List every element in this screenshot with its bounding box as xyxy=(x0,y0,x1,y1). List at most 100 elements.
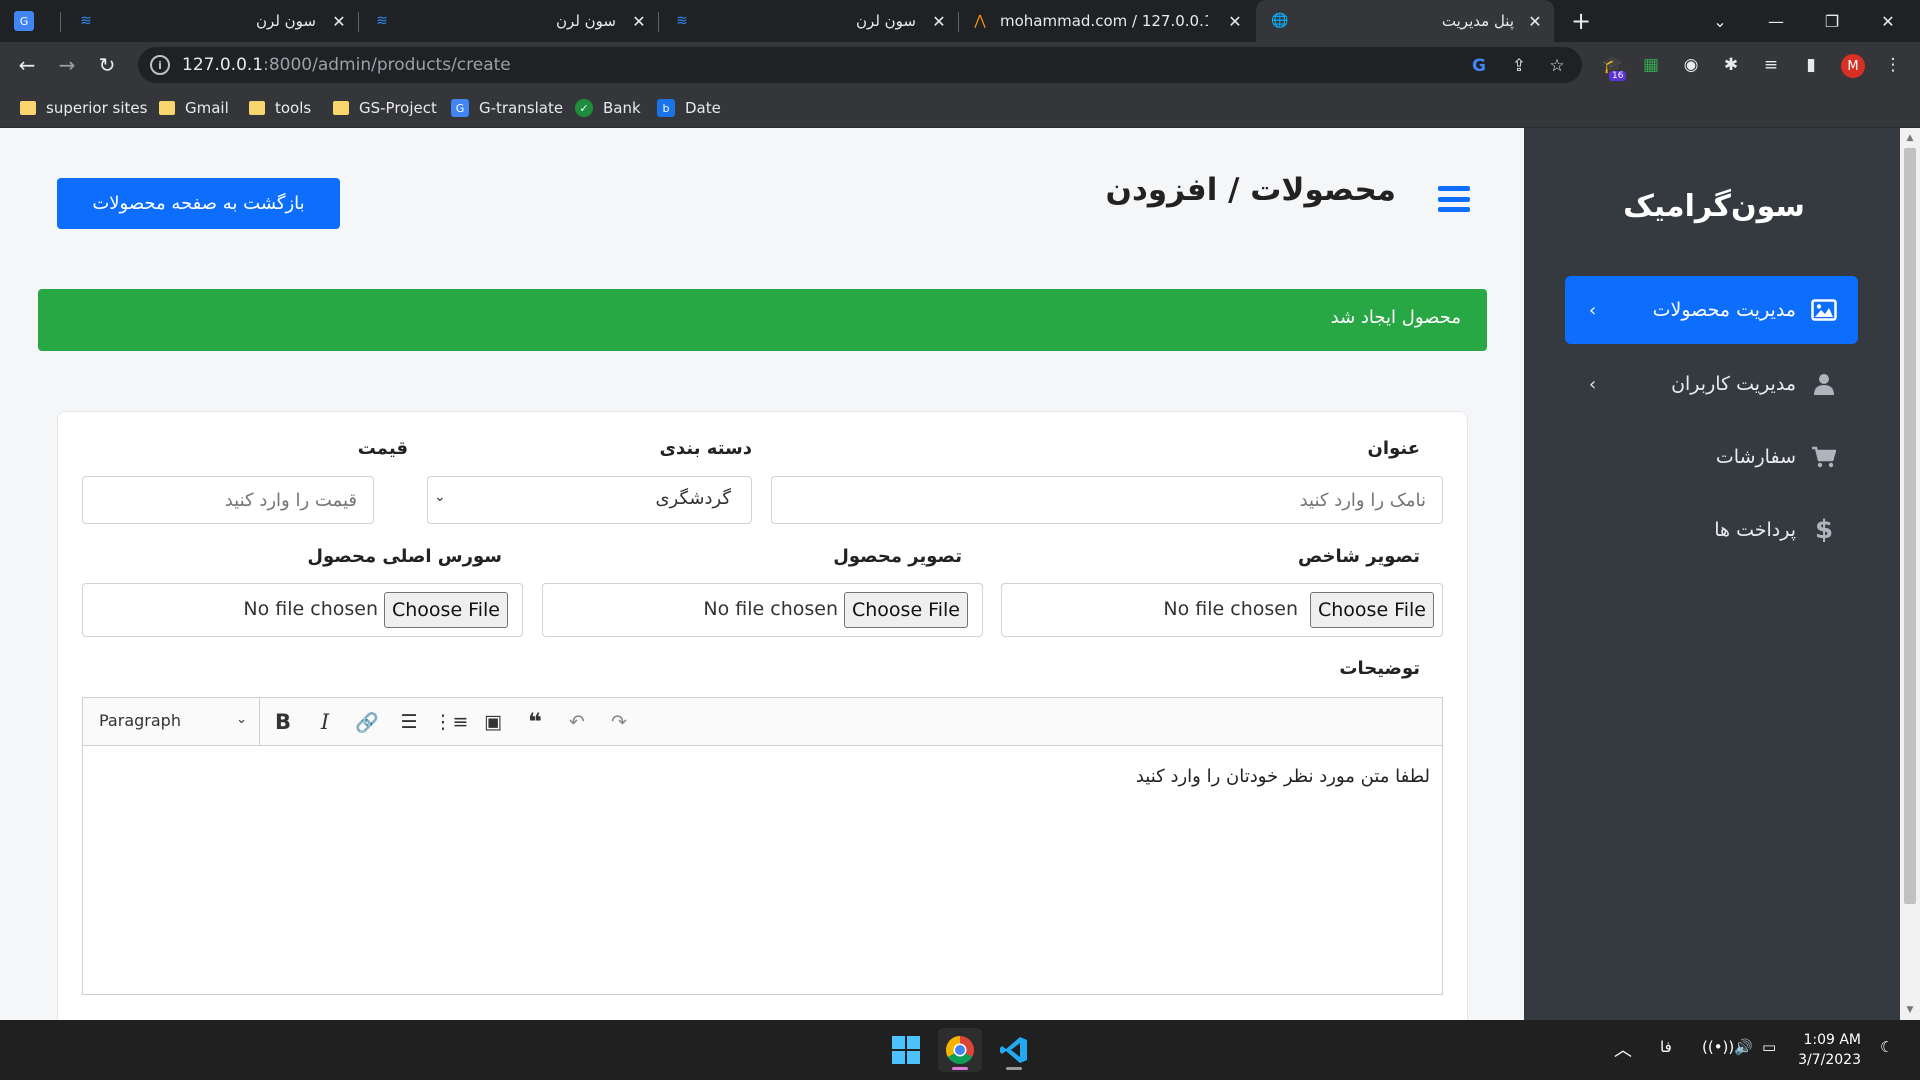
folder-icon xyxy=(249,101,265,115)
share-icon[interactable]: ⇪ xyxy=(1508,55,1530,77)
choose-file-button[interactable]: Choose File xyxy=(384,592,508,628)
thumbnail-file-input[interactable]: No file chosen Choose File xyxy=(1001,583,1443,637)
tab-search-button[interactable]: ⌄ xyxy=(1692,0,1748,42)
bookmark-superior-sites[interactable]: superior sites xyxy=(20,88,147,128)
title-input[interactable] xyxy=(771,476,1443,524)
bookmark-star-icon[interactable]: ☆ xyxy=(1546,55,1568,77)
thumbnail-label: تصویر شاخص xyxy=(1298,546,1420,567)
system-clock[interactable]: 1:09 AM 3/7/2023 xyxy=(1795,1030,1861,1070)
numbered-list-icon[interactable]: ⋮≡ xyxy=(434,708,469,736)
extension-badge: 16 xyxy=(1609,71,1627,81)
kebab-menu-icon[interactable]: ⋮ xyxy=(1880,52,1906,78)
vscode-taskbar-icon[interactable] xyxy=(992,1028,1036,1072)
google-lens-icon[interactable]: G xyxy=(1468,55,1490,77)
side-panel-icon[interactable]: ▮ xyxy=(1798,52,1824,78)
bold-icon[interactable]: B xyxy=(269,708,297,736)
link-icon[interactable]: 🔗 xyxy=(353,708,381,736)
scrollbar-thumb[interactable] xyxy=(1904,148,1916,904)
wifi-icon[interactable]: ((•)) xyxy=(1702,1038,1734,1056)
back-to-products-button[interactable]: بازگشت به صفحه محصولات xyxy=(57,178,340,229)
hamburger-menu-icon[interactable] xyxy=(1438,186,1470,212)
sidebar-item-users[interactable]: مدیریت کاربران ‹ xyxy=(1565,350,1858,418)
input-language[interactable]: فا xyxy=(1660,1038,1672,1056)
tab-phpmyadmin[interactable]: ⋀ mohammad.com / 127.0.0.1 / gal ✕ xyxy=(966,0,1252,42)
redo-icon[interactable]: ↷ xyxy=(605,708,633,736)
bookmark-g-translate[interactable]: G G-translate xyxy=(451,88,563,128)
puzzle-icon[interactable]: ✱ xyxy=(1718,52,1744,78)
rich-text-editor: Paragraph ⌄ B I 🔗 ☰ ⋮≡ ▣ ❝ ↶ ↷ لطفا متن … xyxy=(82,697,1443,995)
windows-start-icon[interactable] xyxy=(884,1028,928,1072)
site-info-icon[interactable]: i xyxy=(150,55,170,75)
tab-sevenlearn-3[interactable]: ≋ سون لرن ✕ xyxy=(666,0,956,42)
close-icon[interactable]: ✕ xyxy=(630,12,648,31)
tab-sevenlearn-1[interactable]: ≋ سون لرن ✕ xyxy=(70,0,356,42)
url-text: 127.0.0.1:8000/admin/products/create xyxy=(182,55,511,75)
price-label: قیمت xyxy=(357,438,408,459)
profile-avatar[interactable]: M xyxy=(1841,54,1865,78)
reload-icon[interactable]: ↻ xyxy=(92,50,122,80)
bookmark-date[interactable]: b Date xyxy=(657,88,721,128)
folder-icon xyxy=(333,101,349,115)
paragraph-format-dropdown[interactable]: Paragraph ⌄ xyxy=(83,698,260,745)
italic-icon[interactable]: I xyxy=(311,708,339,736)
source-label: سورس اصلی محصول xyxy=(307,546,502,567)
image-label: تصویر محصول xyxy=(833,546,962,567)
description-label: توضیحات xyxy=(1339,658,1420,679)
choose-file-button[interactable]: Choose File xyxy=(1310,592,1434,628)
sidebar-item-label: پرداخت ها xyxy=(1714,519,1796,541)
insert-image-icon[interactable]: ▣ xyxy=(479,708,507,736)
back-arrow-icon[interactable]: ← xyxy=(12,50,42,80)
volume-icon[interactable]: 🔊 xyxy=(1734,1038,1753,1056)
media-queue-icon[interactable]: ≡ xyxy=(1758,52,1784,78)
close-window-button[interactable]: ✕ xyxy=(1860,0,1916,42)
success-alert: محصول ایجاد شد xyxy=(38,289,1487,351)
page-scrollbar[interactable]: ▲ ▼ xyxy=(1900,128,1920,1020)
undo-icon[interactable]: ↶ xyxy=(563,708,591,736)
address-bar[interactable]: i 127.0.0.1:8000/admin/products/create G… xyxy=(138,47,1582,83)
google-translate-icon: G xyxy=(451,99,469,117)
bulleted-list-icon[interactable]: ☰ xyxy=(395,708,423,736)
tab-sevenlearn-2[interactable]: ≋ سون لرن ✕ xyxy=(366,0,656,42)
forward-arrow-icon[interactable]: → xyxy=(52,50,82,80)
bookmark-tools[interactable]: tools xyxy=(249,88,311,128)
close-icon[interactable]: ✕ xyxy=(1226,12,1244,31)
bookmark-bank[interactable]: ✓ Bank xyxy=(575,88,641,128)
editor-content[interactable]: لطفا متن مورد نظر خودتان را وارد کنید xyxy=(1136,766,1430,787)
chevron-left-icon: ‹ xyxy=(1589,373,1597,395)
notification-icon[interactable]: ☾ xyxy=(1880,1038,1893,1056)
no-file-text: No file chosen xyxy=(1163,598,1298,620)
chevron-left-icon: ‹ xyxy=(1589,299,1597,321)
close-icon[interactable]: ✕ xyxy=(930,12,948,31)
title-label: عنوان xyxy=(1367,438,1420,459)
new-tab-button[interactable]: + xyxy=(1554,0,1608,42)
sidebar-item-payments[interactable]: $ پرداخت ها xyxy=(1565,496,1858,564)
sidebar-item-orders[interactable]: سفارشات xyxy=(1565,423,1858,491)
image-icon xyxy=(1810,296,1838,324)
battery-icon[interactable]: ▭ xyxy=(1762,1038,1776,1056)
scroll-down-icon[interactable]: ▼ xyxy=(1900,1002,1920,1018)
price-input[interactable] xyxy=(82,476,374,524)
blockquote-icon[interactable]: ❝ xyxy=(521,708,549,736)
image-file-input[interactable]: No file chosen Choose File xyxy=(542,583,983,637)
source-file-input[interactable]: No file chosen Choose File xyxy=(82,583,523,637)
category-select[interactable]: گردشگری ⌄ xyxy=(427,476,752,524)
tab-title: پنل مدیریت xyxy=(1441,12,1514,30)
chrome-taskbar-icon[interactable] xyxy=(938,1028,982,1072)
tab-admin-panel[interactable]: 🌐 پنل مدیریت ✕ xyxy=(1256,0,1554,42)
close-icon[interactable]: ✕ xyxy=(1526,12,1544,31)
sidebar-item-products[interactable]: مدیریت محصولات ‹ xyxy=(1565,276,1858,344)
close-icon[interactable]: ✕ xyxy=(330,12,348,31)
bookmark-gmail[interactable]: Gmail xyxy=(159,88,229,128)
scroll-up-icon[interactable]: ▲ xyxy=(1900,130,1920,146)
chevron-down-icon: ⌄ xyxy=(434,489,446,505)
logo: سون‌گرامیک xyxy=(1624,188,1804,224)
minimize-button[interactable]: — xyxy=(1748,0,1804,42)
tab-google-translate[interactable]: G xyxy=(14,0,54,42)
chevron-up-icon[interactable]: ︿ xyxy=(1614,1036,1632,1062)
page-title: محصولات / افزودن xyxy=(1105,172,1396,208)
sheets-extension-icon[interactable]: ▦ xyxy=(1638,52,1664,78)
bookmark-gs-project[interactable]: GS-Project xyxy=(333,88,437,128)
restore-button[interactable]: ❐ xyxy=(1804,0,1860,42)
choose-file-button[interactable]: Choose File xyxy=(844,592,968,628)
extension-circle-icon[interactable]: ◉ xyxy=(1678,52,1704,78)
